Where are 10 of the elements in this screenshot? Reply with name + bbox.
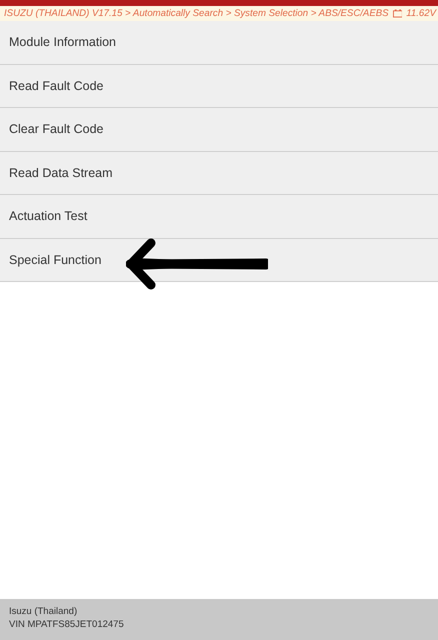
menu-item[interactable]: Read Fault Code [0,64,438,108]
vin-number: VIN MPATFS85JET012475 [9,619,125,631]
voltage-reading: 11.62V [406,8,436,19]
menu-item[interactable]: Module Information [0,21,438,64]
menu-item[interactable]: Clear Fault Code [0,108,438,152]
vehicle-make: Isuzu (Thailand) [9,606,78,618]
battery-icon [392,9,402,18]
menu-item[interactable]: Actuation Test [0,195,438,238]
menu-item[interactable]: Read Data Stream [0,152,438,195]
breadcrumb-path: ISUZU (THAILAND) V17.15 > Automatically Search > System Selection > ABS/ESC/AEBS [4,8,389,19]
